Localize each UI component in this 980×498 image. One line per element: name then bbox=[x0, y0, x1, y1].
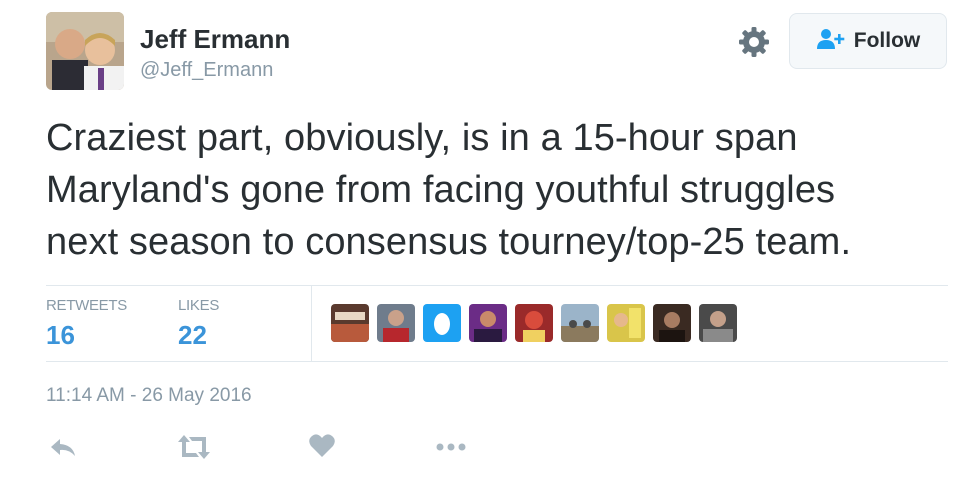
add-user-icon bbox=[816, 28, 846, 55]
reply-icon[interactable] bbox=[48, 432, 78, 467]
liker-avatar[interactable] bbox=[699, 304, 737, 342]
follow-label: Follow bbox=[853, 29, 921, 52]
likes-stat[interactable]: LIKES 22 bbox=[178, 297, 219, 351]
author-name[interactable]: Jeff Ermann bbox=[140, 24, 290, 55]
action-bar bbox=[46, 432, 506, 468]
retweets-label: RETWEETS bbox=[46, 297, 127, 314]
likes-count: 22 bbox=[178, 320, 207, 350]
liker-avatar[interactable] bbox=[653, 304, 691, 342]
divider bbox=[46, 285, 948, 286]
like-icon[interactable] bbox=[308, 432, 336, 465]
likes-label: LIKES bbox=[178, 297, 220, 314]
liker-avatar[interactable] bbox=[331, 304, 369, 342]
liker-avatar[interactable] bbox=[515, 304, 553, 342]
retweets-count: 16 bbox=[46, 320, 75, 350]
tweet-line: next season to consensus tourney/top-25 … bbox=[46, 221, 852, 263]
divider bbox=[46, 361, 948, 362]
retweets-stat[interactable]: RETWEETS 16 bbox=[46, 297, 127, 351]
liker-avatar[interactable] bbox=[469, 304, 507, 342]
liker-avatar[interactable] bbox=[607, 304, 645, 342]
tweet-text: Craziest part, obviously, is in a 15-hou… bbox=[46, 112, 966, 268]
liker-avatar[interactable] bbox=[423, 304, 461, 342]
tweet-line: Maryland's gone from facing youthful str… bbox=[46, 169, 836, 211]
avatar[interactable] bbox=[46, 12, 124, 90]
follow-button[interactable]: Follow bbox=[789, 13, 947, 69]
tweet-timestamp[interactable]: 11:14 AM - 26 May 2016 bbox=[46, 385, 252, 407]
divider bbox=[311, 286, 312, 361]
author-handle[interactable]: @Jeff_Ermann bbox=[140, 59, 273, 82]
liker-avatar[interactable] bbox=[377, 304, 415, 342]
more-icon[interactable] bbox=[434, 432, 468, 467]
tweet-line: Craziest part, obviously, is in a 15-hou… bbox=[46, 117, 798, 159]
likers-list bbox=[331, 304, 737, 342]
liker-avatar[interactable] bbox=[561, 304, 599, 342]
gear-icon[interactable] bbox=[738, 26, 770, 58]
retweet-icon[interactable] bbox=[176, 432, 212, 467]
